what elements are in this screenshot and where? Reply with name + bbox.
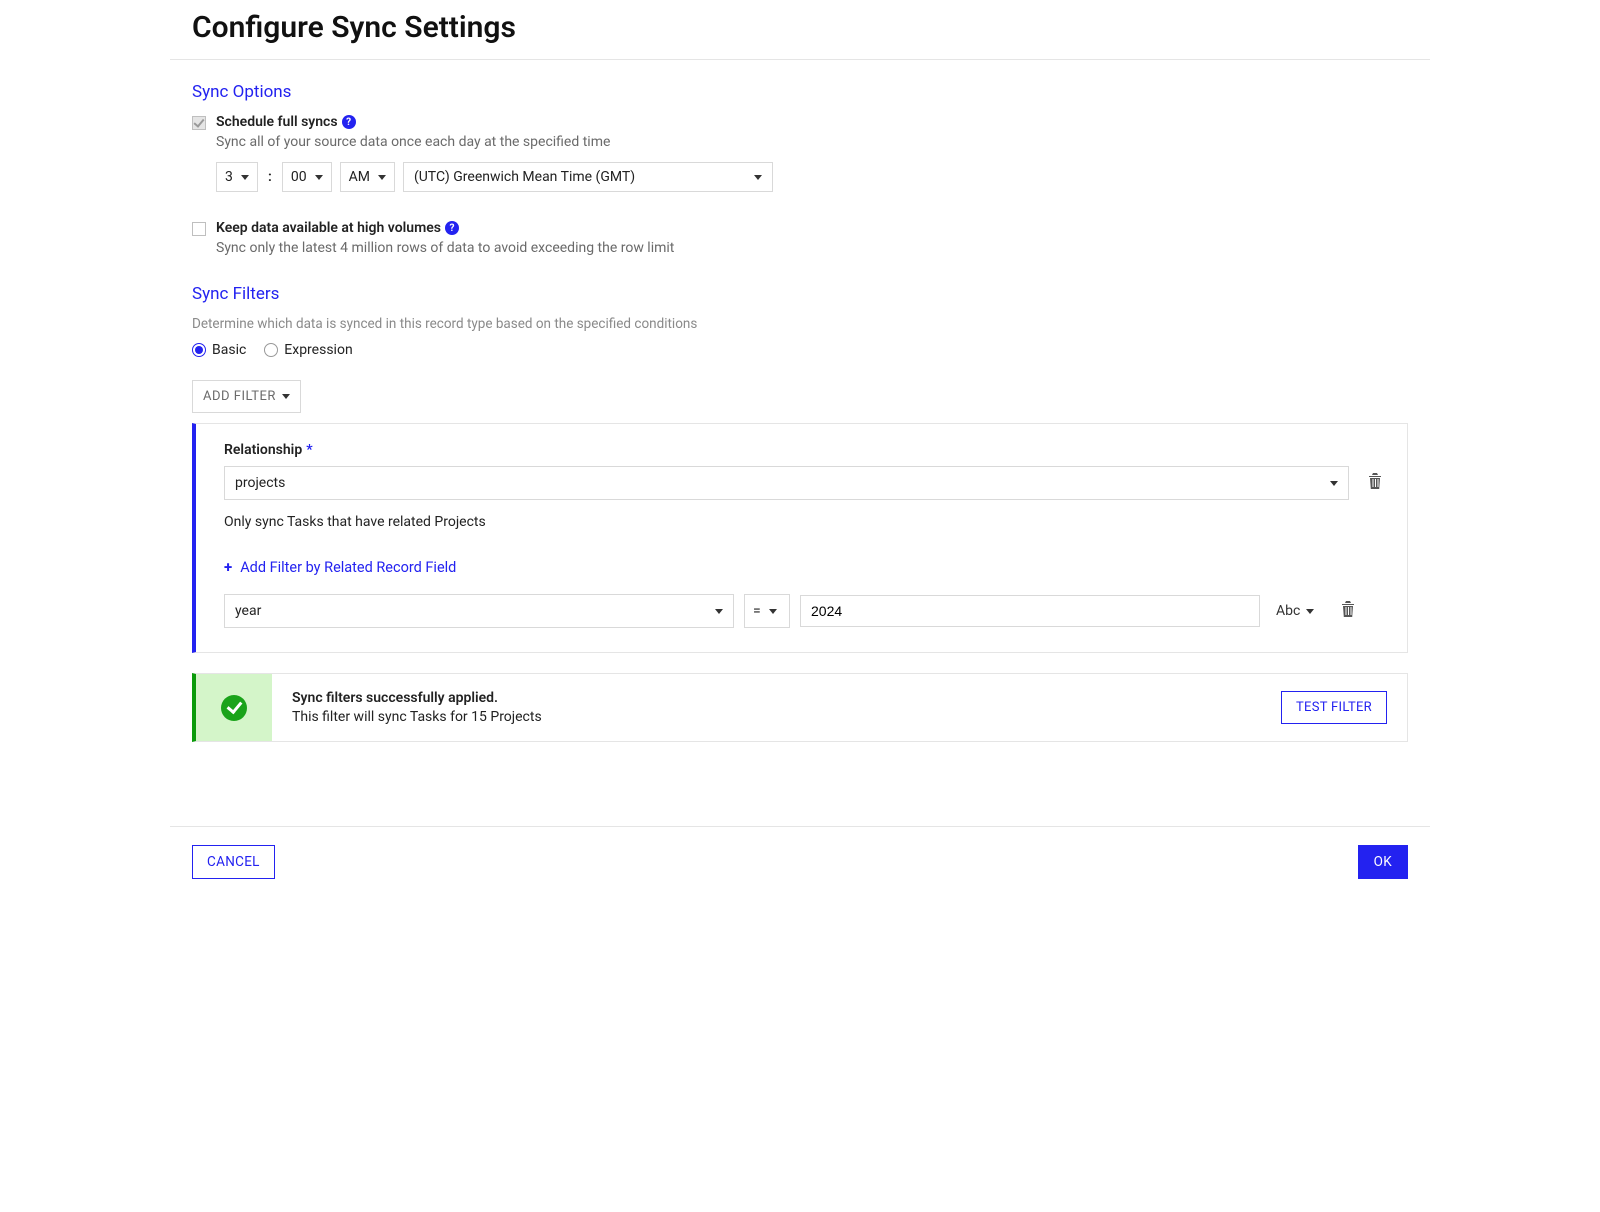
minute-value: 00 — [291, 169, 307, 185]
chevron-down-icon — [1306, 609, 1314, 614]
help-icon[interactable]: ? — [342, 115, 356, 129]
chevron-down-icon — [282, 394, 290, 399]
success-title: Sync filters successfully applied. — [292, 690, 1261, 706]
trash-icon[interactable] — [1340, 600, 1356, 622]
sync-filters-desc: Determine which data is synced in this r… — [192, 316, 1408, 332]
chevron-down-icon — [754, 175, 762, 180]
page-title: Configure Sync Settings — [192, 10, 1408, 45]
cancel-button[interactable]: CANCEL — [192, 845, 275, 879]
success-icon-box — [196, 674, 272, 741]
required-star: * — [306, 442, 312, 458]
add-filter-label: ADD FILTER — [203, 389, 276, 404]
radio-basic-label: Basic — [212, 342, 246, 358]
check-icon — [221, 695, 247, 721]
high-volume-desc: Sync only the latest 4 million rows of d… — [216, 240, 674, 256]
success-banner: Sync filters successfully applied. This … — [192, 673, 1408, 742]
operator-value: = — [753, 603, 761, 619]
relationship-value: projects — [235, 475, 285, 491]
radio-basic[interactable]: Basic — [192, 342, 246, 358]
abc-label: Abc — [1276, 603, 1300, 619]
filter-card: Relationship * projects Only sync Tasks … — [192, 423, 1408, 653]
time-colon: : — [266, 169, 274, 185]
plus-icon: + — [224, 558, 232, 576]
radio-expression-label: Expression — [284, 342, 352, 358]
timezone-select[interactable]: (UTC) Greenwich Mean Time (GMT) — [403, 162, 773, 192]
ampm-value: AM — [349, 169, 370, 185]
high-volume-label: Keep data available at high volumes — [216, 220, 441, 236]
chevron-down-icon — [378, 175, 386, 180]
schedule-desc: Sync all of your source data once each d… — [216, 134, 610, 150]
filter-explain: Only sync Tasks that have related Projec… — [224, 514, 1383, 530]
operator-select[interactable]: = — [744, 594, 790, 628]
add-related-label: Add Filter by Related Record Field — [240, 559, 456, 576]
relationship-select[interactable]: projects — [224, 466, 1349, 500]
trash-icon[interactable] — [1367, 472, 1383, 494]
hour-select[interactable]: 3 — [216, 162, 258, 192]
radio-expression[interactable]: Expression — [264, 342, 352, 358]
chevron-down-icon — [1330, 481, 1338, 486]
chevron-down-icon — [241, 175, 249, 180]
sync-options-heading: Sync Options — [192, 82, 1408, 102]
minute-select[interactable]: 00 — [282, 162, 332, 192]
relationship-label: Relationship — [224, 442, 302, 458]
ampm-select[interactable]: AM — [340, 162, 395, 192]
high-volume-checkbox[interactable] — [192, 222, 206, 236]
sync-filters-heading: Sync Filters — [192, 284, 1408, 304]
schedule-full-syncs-checkbox[interactable] — [192, 116, 206, 130]
ok-button[interactable]: OK — [1358, 845, 1408, 879]
chevron-down-icon — [715, 609, 723, 614]
test-filter-button[interactable]: TEST FILTER — [1281, 691, 1387, 724]
add-related-filter-link[interactable]: + Add Filter by Related Record Field — [224, 558, 456, 576]
add-filter-button[interactable]: ADD FILTER — [192, 380, 301, 413]
help-icon[interactable]: ? — [445, 221, 459, 235]
chevron-down-icon — [769, 609, 777, 614]
schedule-label: Schedule full syncs — [216, 114, 338, 130]
hour-value: 3 — [225, 169, 233, 185]
timezone-value: (UTC) Greenwich Mean Time (GMT) — [414, 169, 635, 185]
abc-toggle[interactable]: Abc — [1276, 603, 1314, 619]
field-select[interactable]: year — [224, 594, 734, 628]
value-input[interactable] — [800, 595, 1260, 627]
field-value: year — [235, 603, 261, 619]
chevron-down-icon — [315, 175, 323, 180]
success-sub: This filter will sync Tasks for 15 Proje… — [292, 709, 1261, 725]
